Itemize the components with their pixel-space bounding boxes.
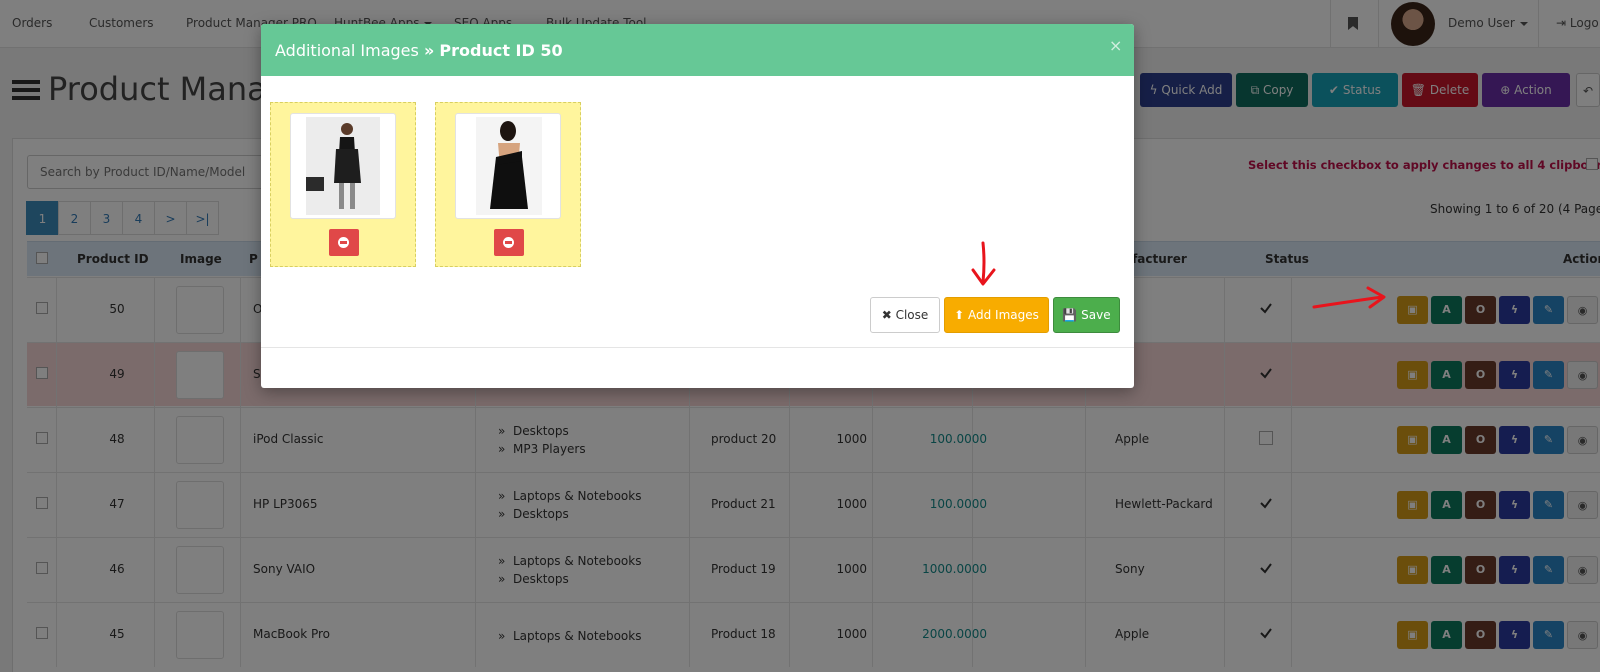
additional-images-modal: Additional Images » Product ID 50 × ✖ Cl… [261,24,1134,388]
image-frame[interactable] [455,113,561,219]
minus-circle-icon [338,237,349,248]
modal-title-separator: » [423,41,435,60]
minus-circle-icon [503,237,514,248]
floppy-icon: 💾 [1062,308,1078,322]
close-icon: ✖ [881,308,892,322]
modal-title-prefix: Additional Images [275,41,419,60]
close-button[interactable]: ✖ Close [870,297,940,333]
close-icon[interactable]: × [1109,36,1122,55]
add-images-label: Add Images [968,308,1039,322]
close-label: Close [895,308,929,322]
product-image [306,117,380,215]
save-label: Save [1081,308,1111,322]
remove-image-button[interactable] [494,229,524,256]
upload-icon: ⬆ [954,308,965,322]
modal-title: Additional Images » Product ID 50 [275,41,563,60]
image-card [270,102,416,267]
image-frame[interactable] [290,113,396,219]
modal-title-product: Product ID 50 [439,41,563,60]
add-images-button[interactable]: ⬆ Add Images [944,297,1049,333]
remove-image-button[interactable] [329,229,359,256]
modal-footer-divider [261,347,1134,348]
image-card [435,102,581,267]
product-image [476,117,542,215]
annotation-arrow-right-icon [1312,286,1386,309]
annotation-arrow-down-icon [971,241,996,286]
save-button[interactable]: 💾 Save [1053,297,1120,333]
modal-header: Additional Images » Product ID 50 × [261,24,1134,76]
